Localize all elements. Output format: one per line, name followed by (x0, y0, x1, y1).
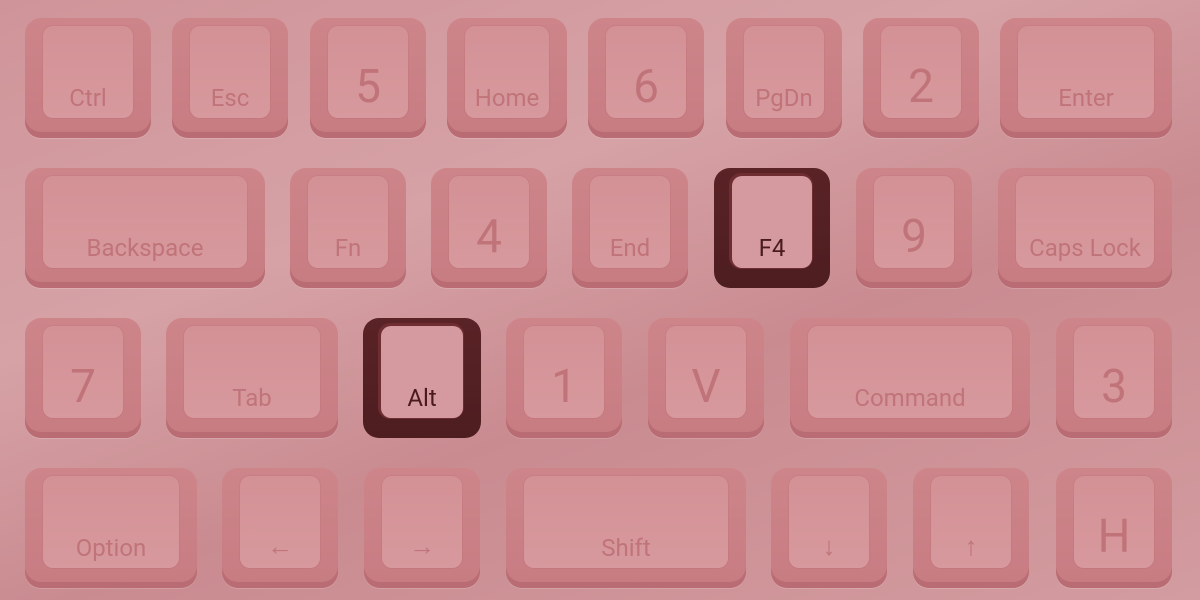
key-fn[interactable]: Fn (290, 168, 406, 288)
key-label: Fn (334, 234, 362, 262)
key-f4[interactable]: F4 (714, 168, 830, 288)
down-arrow-icon: ↓ (822, 532, 836, 562)
key-label: Backspace (86, 234, 204, 262)
key-label: 5 (355, 60, 381, 114)
keycap: Enter (1018, 26, 1154, 118)
key-7[interactable]: 7 (25, 318, 141, 438)
key-label: 2 (908, 60, 934, 114)
key-label: Ctrl (69, 84, 107, 112)
key-label: H (1097, 510, 1131, 564)
key-command[interactable]: Command (790, 318, 1030, 438)
right-arrow-icon: → (409, 532, 435, 562)
keycap: End (590, 176, 670, 268)
key-label: 3 (1101, 360, 1127, 414)
key-label: 4 (476, 210, 502, 264)
key-label: F4 (758, 234, 786, 262)
left-arrow-icon: ← (267, 532, 293, 562)
key-ctrl[interactable]: Ctrl (25, 18, 151, 138)
keycap: 9 (874, 176, 954, 268)
keycap: → (382, 476, 462, 568)
key-right-arrow[interactable]: → (364, 468, 480, 588)
key-2[interactable]: 2 (863, 18, 979, 138)
keycap: Esc (190, 26, 270, 118)
key-enter[interactable]: Enter (1000, 18, 1172, 138)
key-label: 7 (70, 360, 96, 414)
keycap: Alt (381, 326, 463, 418)
keycap: Fn (308, 176, 388, 268)
keycap: 7 (43, 326, 123, 418)
key-esc[interactable]: Esc (172, 18, 288, 138)
keycap: Option (43, 476, 179, 568)
keycap: 6 (606, 26, 686, 118)
key-4[interactable]: 4 (431, 168, 547, 288)
key-label: PgDn (755, 84, 813, 112)
key-6[interactable]: 6 (588, 18, 704, 138)
keycap: H (1074, 476, 1154, 568)
key-label: Command (854, 384, 966, 412)
key-label: 9 (901, 210, 927, 264)
key-3[interactable]: 3 (1056, 318, 1172, 438)
key-tab[interactable]: Tab (166, 318, 338, 438)
keycap: 5 (328, 26, 408, 118)
keycap: PgDn (744, 26, 824, 118)
key-shift[interactable]: Shift (506, 468, 746, 588)
keycap: F4 (732, 176, 812, 268)
key-option[interactable]: Option (25, 468, 197, 588)
key-end[interactable]: End (572, 168, 688, 288)
key-1[interactable]: 1 (506, 318, 622, 438)
key-alt[interactable]: Alt (363, 318, 481, 438)
keycap: Home (465, 26, 549, 118)
key-label: Caps Lock (1029, 234, 1141, 262)
keycap: Caps Lock (1016, 176, 1154, 268)
keycap: Ctrl (43, 26, 133, 118)
keycap: 3 (1074, 326, 1154, 418)
keycap: 4 (449, 176, 529, 268)
key-label: Enter (1058, 84, 1114, 112)
keycap: Shift (524, 476, 728, 568)
keycap: Command (808, 326, 1012, 418)
key-5[interactable]: 5 (310, 18, 426, 138)
key-label: 1 (551, 360, 577, 414)
key-up-arrow[interactable]: ↑ (913, 468, 1029, 588)
keyboard: Ctrl Esc 5 Home 6 PgDn 2 Enter Backspace… (0, 0, 1200, 600)
keycap: 1 (524, 326, 604, 418)
key-pgdn[interactable]: PgDn (726, 18, 842, 138)
key-v[interactable]: V (648, 318, 764, 438)
key-label: V (691, 360, 721, 414)
key-label: End (609, 234, 651, 262)
key-caps-lock[interactable]: Caps Lock (998, 168, 1172, 288)
key-label: Shift (601, 534, 651, 562)
key-label: Esc (210, 84, 250, 112)
key-9[interactable]: 9 (856, 168, 972, 288)
key-left-arrow[interactable]: ← (222, 468, 338, 588)
keycap: 2 (881, 26, 961, 118)
key-label: Home (474, 84, 540, 112)
key-label: Alt (407, 384, 437, 412)
keycap: ↓ (789, 476, 869, 568)
key-down-arrow[interactable]: ↓ (771, 468, 887, 588)
key-label: Tab (232, 384, 272, 412)
key-label: 6 (633, 60, 659, 114)
keycap: Tab (184, 326, 320, 418)
key-backspace[interactable]: Backspace (25, 168, 265, 288)
key-h[interactable]: H (1056, 468, 1172, 588)
up-arrow-icon: ↑ (964, 532, 978, 562)
keycap: Backspace (43, 176, 247, 268)
key-label: Option (75, 534, 147, 562)
key-home[interactable]: Home (447, 18, 567, 138)
keycap: ← (240, 476, 320, 568)
keycap: ↑ (931, 476, 1011, 568)
keycap: V (666, 326, 746, 418)
